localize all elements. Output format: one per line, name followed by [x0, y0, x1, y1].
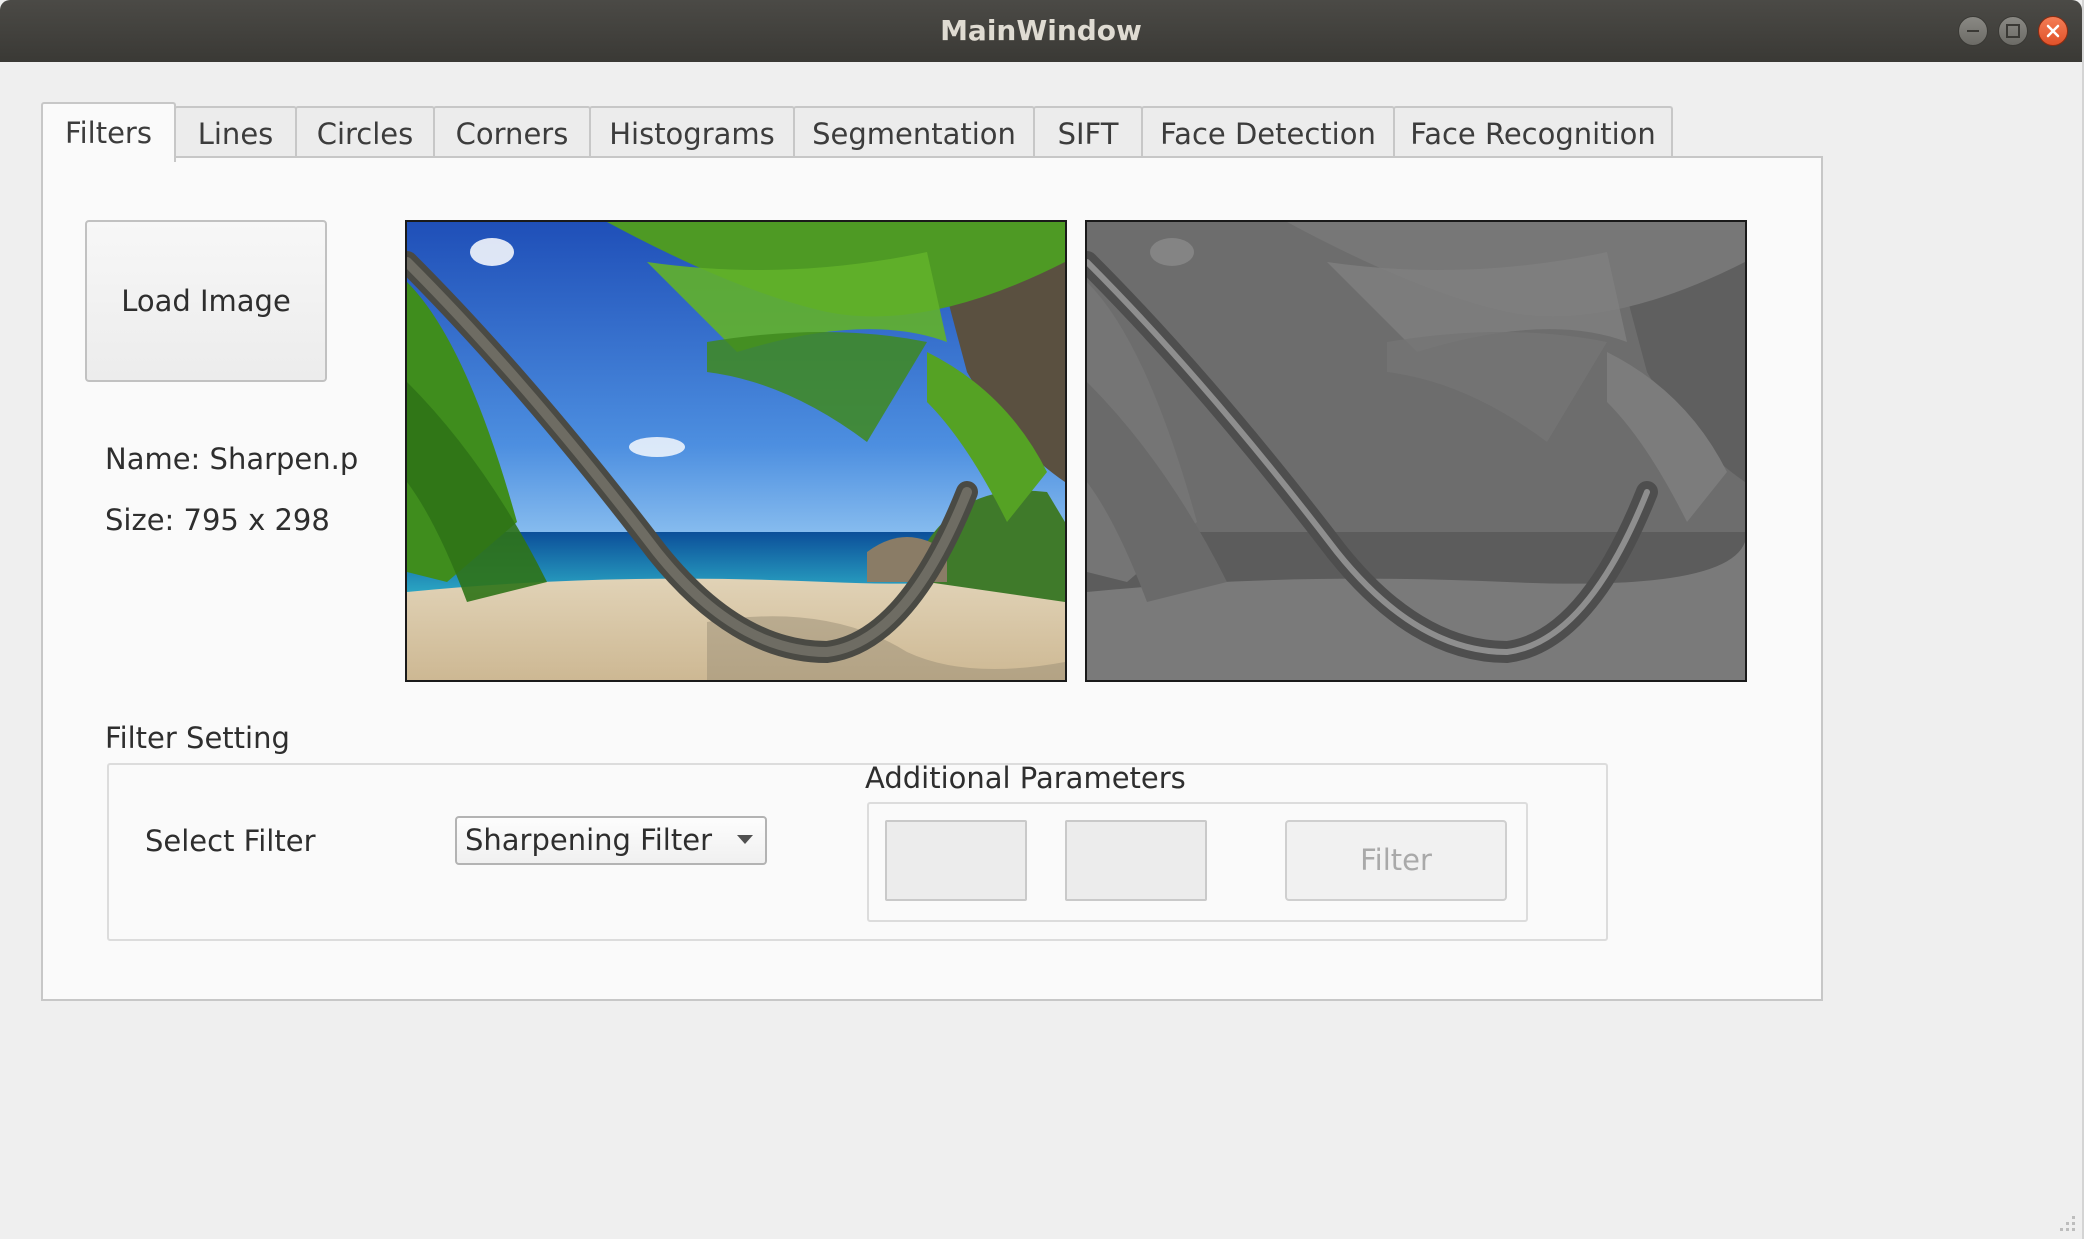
filtered-image	[1085, 220, 1747, 682]
tab-label: Filters	[65, 116, 152, 150]
original-image	[405, 220, 1067, 682]
tab-label: Segmentation	[812, 117, 1016, 151]
tab-segmentation[interactable]: Segmentation	[793, 106, 1035, 158]
resize-grip-icon[interactable]	[2056, 1212, 2078, 1234]
close-icon	[2046, 24, 2060, 38]
filter-setting-title: Filter Setting	[105, 721, 290, 755]
tab-face-recognition[interactable]: Face Recognition	[1393, 106, 1673, 158]
minimize-button[interactable]	[1958, 16, 1988, 46]
tab-face-detection[interactable]: Face Detection	[1141, 106, 1395, 158]
dropdown-arrow-icon	[737, 835, 753, 844]
load-image-button[interactable]: Load Image	[85, 220, 327, 382]
close-button[interactable]	[2038, 16, 2068, 46]
minimize-icon	[1967, 30, 1979, 32]
tab-label: Histograms	[609, 117, 775, 151]
tab-corners[interactable]: Corners	[433, 106, 591, 158]
tab-label: Face Detection	[1160, 117, 1376, 151]
image-size-label: Size: 795 x 298	[105, 503, 330, 537]
maximize-icon	[2006, 24, 2020, 38]
tab-label: Lines	[197, 117, 274, 151]
additional-parameters-title: Additional Parameters	[865, 761, 1186, 795]
tab-label: Circles	[316, 117, 414, 151]
tab-filters[interactable]: Filters	[41, 102, 176, 162]
selected-filter-value: Sharpening Filter	[465, 823, 712, 857]
maximize-button[interactable]	[1998, 16, 2028, 46]
tab-histograms[interactable]: Histograms	[589, 106, 795, 158]
tab-label: Corners	[455, 117, 569, 151]
window-title: MainWindow	[940, 14, 1142, 47]
tab-label: SIFT	[1057, 117, 1119, 151]
filter-button[interactable]: Filter	[1285, 820, 1507, 901]
tab-label: Face Recognition	[1410, 117, 1656, 151]
tab-lines[interactable]: Lines	[174, 106, 297, 158]
parameter-input-1[interactable]	[885, 820, 1027, 901]
parameter-input-2[interactable]	[1065, 820, 1207, 901]
tab-sift[interactable]: SIFT	[1033, 106, 1143, 158]
filter-select-dropdown[interactable]: Sharpening Filter	[455, 816, 767, 865]
title-bar[interactable]: MainWindow	[0, 0, 2082, 62]
select-filter-label: Select Filter	[145, 824, 316, 858]
main-window: MainWindow Filters Lines Circles Corners…	[0, 0, 2084, 1239]
tab-circles[interactable]: Circles	[295, 106, 435, 158]
image-name-label: Name: Sharpen.p	[105, 442, 359, 476]
